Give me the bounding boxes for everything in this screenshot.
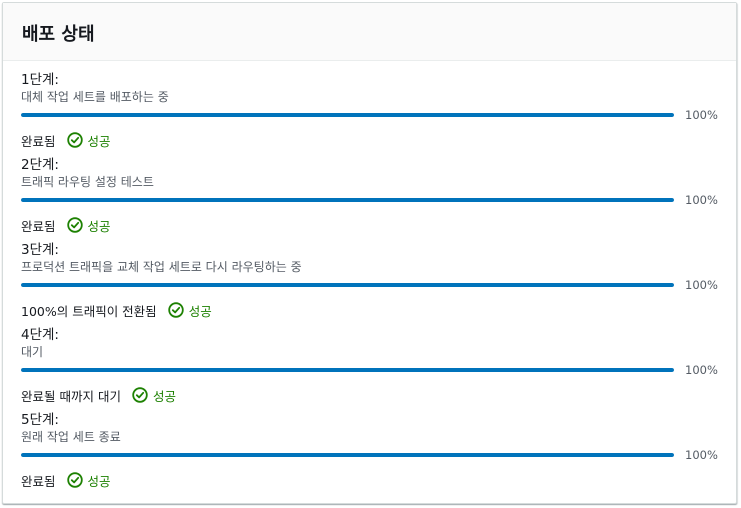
deployment-status-panel: 배포 상태 1단계: 대체 작업 세트를 배포하는 중 100% 완료됨 성공 … [2, 2, 737, 504]
step-description: 트래픽 라우팅 설정 테스트 [21, 175, 154, 189]
step-title: 4단계: [21, 327, 59, 343]
step-3: 3단계: 프로덕션 트래픽을 교체 작업 세트로 다시 라우팅하는 중 100%… [21, 241, 736, 326]
status-row: 완료될 때까지 대기 성공 [21, 385, 736, 405]
step-1: 1단계: 대체 작업 세트를 배포하는 중 100% 완료됨 성공 [21, 71, 736, 156]
status-row: 완료됨 성공 [21, 215, 736, 235]
progress-percent: 100% [685, 278, 718, 292]
progress-row: 100% [21, 191, 736, 209]
step-description: 대체 작업 세트를 배포하는 중 [21, 90, 169, 104]
progress-bar [21, 198, 674, 202]
progress-percent: 100% [685, 108, 718, 122]
progress-fill [21, 453, 674, 457]
success-label: 성공 [87, 133, 111, 149]
progress-bar [21, 368, 674, 372]
success-indicator: 성공 [66, 131, 111, 150]
step-description: 프로덕션 트래픽을 교체 작업 세트로 다시 라우팅하는 중 [21, 260, 302, 274]
step-4: 4단계: 대기 100% 완료될 때까지 대기 성공 [21, 326, 736, 411]
progress-row: 100% [21, 446, 736, 464]
progress-bar [21, 453, 674, 457]
check-circle-icon [167, 302, 184, 318]
success-indicator: 성공 [66, 471, 111, 490]
step-2: 2단계: 트래픽 라우팅 설정 테스트 100% 완료됨 성공 [21, 156, 736, 241]
progress-fill [21, 113, 674, 117]
status-text: 완료됨 [21, 473, 56, 489]
progress-percent: 100% [685, 448, 718, 462]
panel-header: 배포 상태 [3, 3, 736, 61]
step-description: 대기 [21, 345, 44, 359]
progress-row: 100% [21, 276, 736, 294]
status-row: 100%의 트래픽이 전환됨 성공 [21, 300, 736, 320]
progress-row: 100% [21, 106, 736, 124]
progress-row: 100% [21, 361, 736, 379]
status-text: 완료될 때까지 대기 [21, 388, 121, 404]
success-indicator: 성공 [167, 301, 212, 320]
check-circle-icon [66, 132, 83, 148]
status-text: 완료됨 [21, 133, 56, 149]
progress-bar [21, 113, 674, 117]
status-text: 100%의 트래픽이 전환됨 [21, 303, 157, 319]
status-row: 완료됨 성공 [21, 130, 736, 150]
progress-bar [21, 283, 674, 287]
check-circle-icon [132, 387, 148, 403]
status-row: 완료됨 성공 [21, 470, 736, 490]
progress-fill [21, 283, 674, 287]
progress-percent: 100% [685, 193, 718, 207]
progress-percent: 100% [685, 363, 718, 377]
step-title: 3단계: [21, 242, 59, 258]
check-circle-icon [66, 472, 83, 488]
success-indicator: 성공 [132, 386, 176, 405]
step-list: 1단계: 대체 작업 세트를 배포하는 중 100% 완료됨 성공 2단계: 트… [3, 61, 736, 496]
step-title: 5단계: [21, 412, 59, 428]
progress-fill [21, 368, 674, 372]
step-title: 1단계: [21, 72, 59, 88]
step-5: 5단계: 원래 작업 세트 종료 100% 완료됨 성공 [21, 411, 736, 496]
status-text: 완료됨 [21, 218, 56, 234]
step-title: 2단계: [21, 157, 59, 173]
check-circle-icon [66, 217, 83, 233]
progress-fill [21, 198, 674, 202]
success-label: 성공 [87, 218, 111, 234]
success-label: 성공 [87, 473, 111, 489]
success-label: 성공 [152, 388, 176, 404]
success-indicator: 성공 [66, 216, 111, 235]
step-description: 원래 작업 세트 종료 [21, 430, 121, 444]
success-label: 성공 [188, 303, 212, 319]
panel-title: 배포 상태 [22, 23, 95, 45]
